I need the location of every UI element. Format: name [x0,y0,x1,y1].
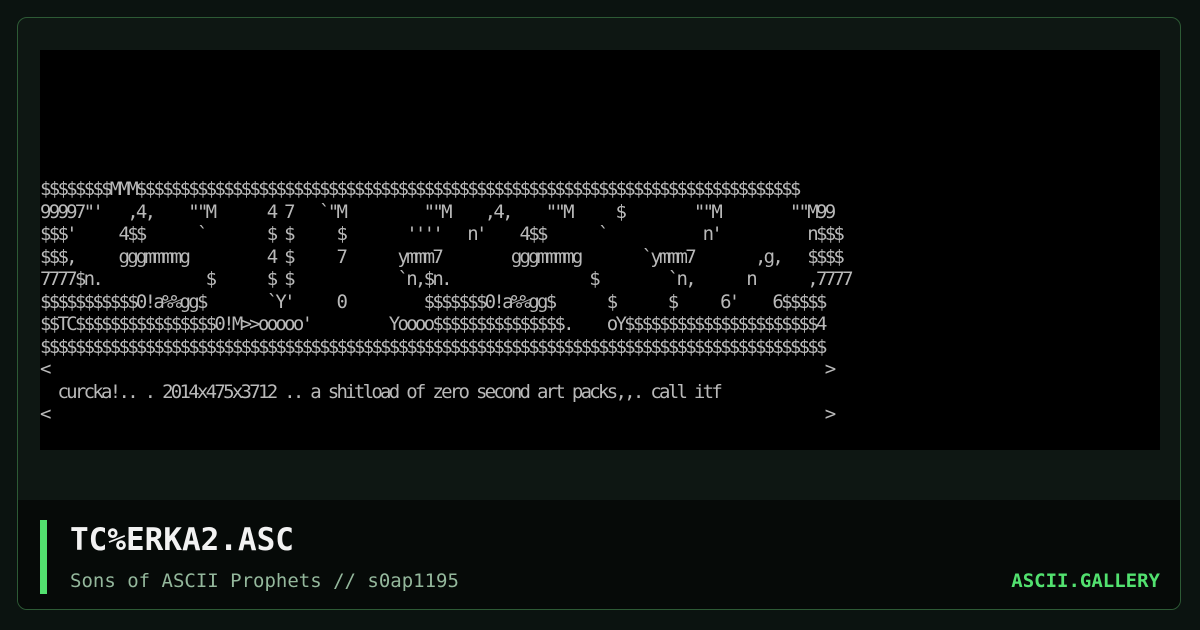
brand-label[interactable]: ASCII.GALLERY [1011,568,1160,594]
footer-bar: TC%ERKA2.ASC Sons of ASCII Prophets // s… [18,500,1180,609]
ascii-art-preview: $$$$$$$$MMM$$$$$$$$$$$$$$$$$$$$$$$$$$$$$… [40,50,1160,450]
file-credit: Sons of ASCII Prophets // s0ap1195 [70,570,459,592]
accent-bar [40,520,47,594]
ascii-art-text: $$$$$$$$MMM$$$$$$$$$$$$$$$$$$$$$$$$$$$$$… [40,178,854,425]
file-title: TC%ERKA2.ASC [70,522,294,558]
